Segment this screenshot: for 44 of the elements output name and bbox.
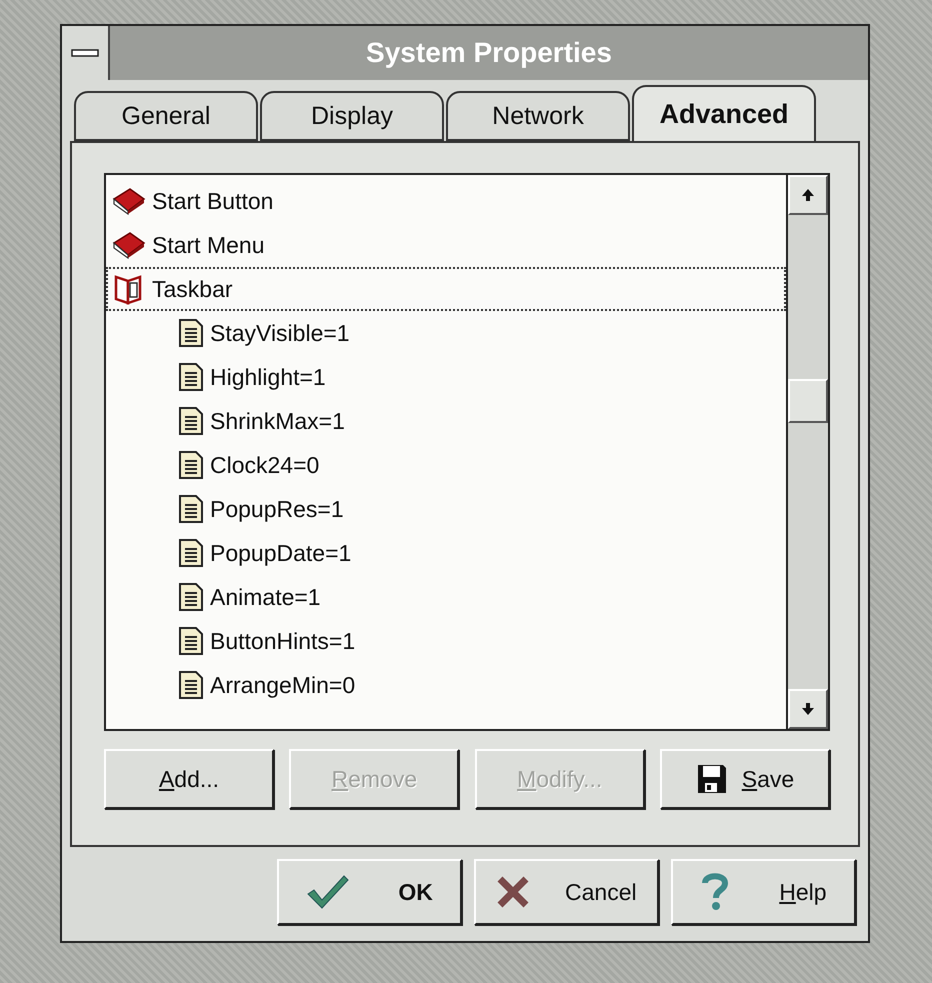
checkmark-icon bbox=[306, 874, 350, 910]
tree-item[interactable]: Clock24=0 bbox=[106, 443, 786, 487]
scroll-up-button[interactable] bbox=[788, 175, 828, 215]
minus-icon bbox=[71, 49, 99, 57]
tab[interactable]: Display bbox=[260, 91, 444, 141]
tree-item[interactable]: ButtonHints=1 bbox=[106, 619, 786, 663]
scroll-down-button[interactable] bbox=[788, 689, 828, 729]
tab[interactable]: General bbox=[74, 91, 258, 141]
document-icon bbox=[178, 318, 204, 348]
action-button[interactable]: Save bbox=[660, 749, 830, 809]
system-menu-button[interactable] bbox=[62, 26, 110, 80]
tab[interactable]: Advanced bbox=[632, 85, 816, 141]
scrollbar[interactable] bbox=[786, 175, 828, 729]
tree-item[interactable]: Taskbar bbox=[106, 267, 786, 311]
document-icon bbox=[178, 450, 204, 480]
document-icon bbox=[178, 406, 204, 436]
up-arrow-icon bbox=[801, 188, 815, 202]
document-icon bbox=[178, 538, 204, 568]
tree-item[interactable]: ShrinkMax=1 bbox=[106, 399, 786, 443]
tree-item[interactable]: Animate=1 bbox=[106, 575, 786, 619]
window-title: System Properties bbox=[366, 37, 612, 69]
tree-item[interactable]: PopupRes=1 bbox=[106, 487, 786, 531]
dialog-button[interactable]: Cancel bbox=[474, 859, 659, 925]
tree-item[interactable]: PopupDate=1 bbox=[106, 531, 786, 575]
book-icon bbox=[112, 231, 146, 259]
cross-icon bbox=[496, 875, 530, 909]
tree-item[interactable]: Start Button bbox=[106, 179, 786, 223]
action-button[interactable]: Add... bbox=[104, 749, 274, 809]
dialog-button[interactable]: Help bbox=[671, 859, 856, 925]
document-icon bbox=[178, 494, 204, 524]
tree-item[interactable]: Start Menu bbox=[106, 223, 786, 267]
document-icon bbox=[178, 582, 204, 612]
tab[interactable]: Network bbox=[446, 91, 630, 141]
dialog-button[interactable]: OK bbox=[277, 859, 462, 925]
down-arrow-icon bbox=[801, 702, 815, 716]
book-icon bbox=[112, 187, 146, 215]
tree-item[interactable]: Highlight=1 bbox=[106, 355, 786, 399]
document-icon bbox=[178, 670, 204, 700]
document-icon bbox=[178, 362, 204, 392]
tree-item[interactable]: StayVisible=1 bbox=[106, 311, 786, 355]
document-icon bbox=[178, 626, 204, 656]
tree-item[interactable]: ArrangeMin=0 bbox=[106, 663, 786, 707]
scroll-thumb[interactable] bbox=[788, 379, 828, 423]
question-mark-icon bbox=[700, 872, 730, 912]
